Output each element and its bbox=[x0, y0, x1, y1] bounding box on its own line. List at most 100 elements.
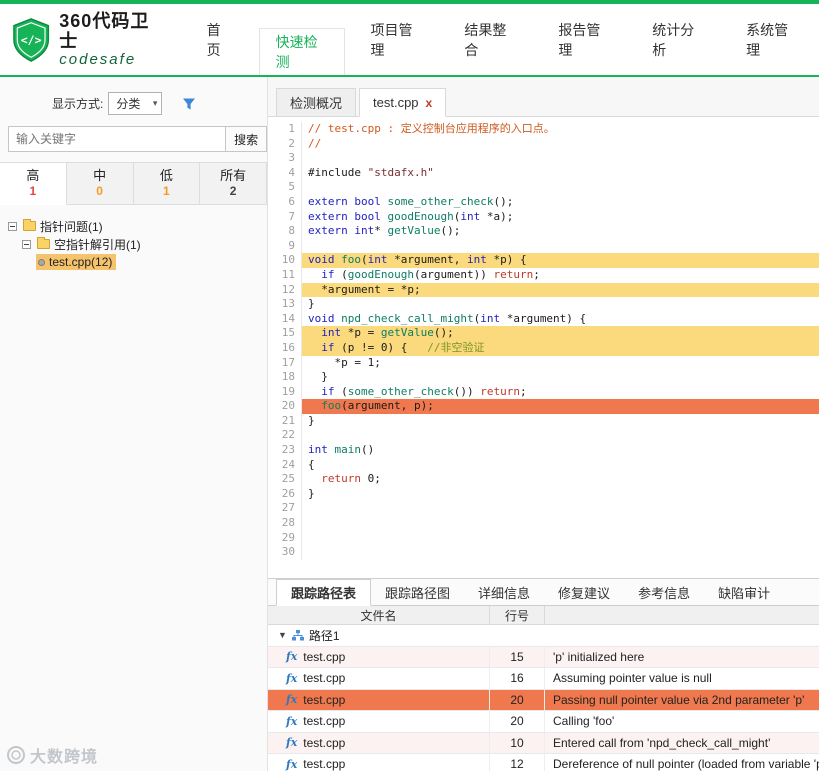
code-line[interactable]: 1 // test.cpp : 定义控制台应用程序的入口点。 bbox=[268, 122, 819, 137]
code-text: if (some_other_check()) return; bbox=[321, 384, 527, 398]
trace-tab[interactable]: 跟踪路径图 bbox=[371, 579, 464, 606]
tree-item[interactable]: 空指针解引用(1) bbox=[0, 235, 267, 253]
tree-item[interactable]: 指针问题(1) bbox=[0, 217, 267, 235]
trace-row[interactable]: fx test.cpp 20 Passing null pointer valu… bbox=[268, 689, 819, 711]
severity-tab[interactable]: 高 1 bbox=[0, 163, 67, 205]
code-line[interactable]: 3 bbox=[268, 151, 819, 166]
code-line[interactable]: 7 extern bool goodEnough(int *a); bbox=[268, 209, 819, 225]
trace-row[interactable]: fx test.cpp 12 Dereference of null point… bbox=[268, 754, 819, 771]
code-line[interactable]: 16 if (p != 0) { //非空验证 bbox=[268, 340, 819, 356]
app-header: </> 360代码卫士 codesafe 首页 快速检测 项目管理 结果整合 报告管理统… bbox=[0, 0, 819, 77]
code-line[interactable]: 24 { bbox=[268, 457, 819, 473]
trace-cell-line: 15 bbox=[490, 646, 545, 667]
line-number: 19 bbox=[268, 384, 302, 400]
code-text: void foo(int *argument, int *p) { bbox=[302, 253, 819, 268]
function-icon: fx bbox=[286, 650, 298, 664]
severity-tabs: 高 1 中 0 低 1 所有 2 bbox=[0, 162, 267, 205]
code-text: { bbox=[308, 457, 315, 471]
trace-group-row[interactable]: ▼ 路径1 bbox=[268, 625, 819, 647]
display-mode-select[interactable]: 分类 ▾ bbox=[108, 92, 163, 115]
nav-item[interactable]: 首页 bbox=[191, 20, 249, 60]
trace-tab[interactable]: 跟踪路径表 bbox=[276, 579, 372, 606]
trace-tab[interactable]: 修复建议 bbox=[544, 579, 624, 606]
code-line[interactable]: 9 bbox=[268, 238, 819, 254]
trace-row[interactable]: fx test.cpp 15 'p' initialized here bbox=[268, 646, 819, 668]
brand-logo[interactable]: </> 360代码卫士 codesafe bbox=[0, 11, 186, 68]
line-number: 22 bbox=[268, 428, 302, 444]
close-tab-icon[interactable]: x bbox=[426, 96, 433, 110]
code-text: // bbox=[308, 136, 322, 150]
line-number: 12 bbox=[268, 282, 302, 298]
nav-item[interactable]: 结果整合 bbox=[448, 20, 532, 60]
trace-cell-line: 20 bbox=[490, 711, 545, 732]
code-line[interactable]: 25 return 0; bbox=[268, 472, 819, 487]
code-line[interactable]: 21 } bbox=[268, 413, 819, 429]
code-line[interactable]: 28 bbox=[268, 516, 819, 531]
code-line[interactable]: 8 extern int* getValue(); bbox=[268, 224, 819, 239]
code-line[interactable]: 22 bbox=[268, 428, 819, 444]
code-line[interactable]: 17 *p = 1; bbox=[268, 355, 819, 371]
code-line[interactable]: 30 bbox=[268, 545, 819, 560]
code-line[interactable]: 12 *argument = *p; bbox=[268, 282, 819, 298]
code-text: #include "stdafx.h" bbox=[308, 165, 434, 179]
sidebar: 显示方式: 分类 ▾ 搜索 高 1 中 0 低 1 所有 2 指针问题(1) 空… bbox=[0, 77, 268, 771]
editor-tab[interactable]: test.cpp x bbox=[359, 88, 447, 117]
trace-cell-file: fx test.cpp bbox=[268, 732, 490, 753]
code-line[interactable]: 6 extern bool some_other_check(); bbox=[268, 194, 819, 210]
filter-icon[interactable] bbox=[182, 97, 196, 111]
code-text: // test.cpp : 定义控制台应用程序的入口点。 bbox=[308, 122, 555, 135]
nav-item[interactable]: 系统管理 bbox=[730, 20, 814, 60]
code-text: int main() bbox=[308, 443, 375, 457]
tree-item[interactable]: test.cpp(12) bbox=[0, 253, 267, 271]
code-text: *argument = *p; bbox=[302, 282, 819, 298]
code-line[interactable]: 5 bbox=[268, 180, 819, 195]
code-line[interactable]: 13 } bbox=[268, 297, 819, 312]
editor-tab-label: 检测概况 bbox=[290, 96, 343, 111]
line-number: 15 bbox=[268, 326, 302, 341]
code-line[interactable]: 15 int *p = getValue(); bbox=[268, 326, 819, 341]
code-line[interactable]: 10 void foo(int *argument, int *p) { bbox=[268, 253, 819, 268]
severity-count: 0 bbox=[96, 184, 103, 198]
trace-file-name: test.cpp bbox=[303, 714, 346, 729]
severity-tab[interactable]: 低 1 bbox=[133, 163, 201, 205]
code-line[interactable]: 18 } bbox=[268, 370, 819, 385]
code-line[interactable]: 4 #include "stdafx.h" bbox=[268, 165, 819, 181]
trace-row[interactable]: fx test.cpp 16 Assuming pointer value is… bbox=[268, 668, 819, 690]
code-line[interactable]: 11 if (goodEnough(argument)) return; bbox=[268, 267, 819, 283]
line-number: 5 bbox=[268, 180, 302, 195]
trace-tab[interactable]: 详细信息 bbox=[464, 579, 544, 606]
code-line[interactable]: 19 if (some_other_check()) return; bbox=[268, 384, 819, 400]
nav-item[interactable]: 项目管理 bbox=[355, 20, 439, 60]
severity-tab[interactable]: 所有 2 bbox=[200, 163, 267, 205]
collapse-triangle-icon[interactable]: ▼ bbox=[278, 630, 287, 640]
nav-item[interactable]: 报告管理 bbox=[542, 20, 626, 60]
code-text: void npd_check_call_might(int *argument)… bbox=[308, 311, 587, 325]
trace-cell-desc: Calling 'foo' bbox=[553, 714, 615, 729]
trace-tab[interactable]: 参考信息 bbox=[624, 579, 704, 606]
code-line[interactable]: 23 int main() bbox=[268, 443, 819, 458]
code-line[interactable]: 14 void npd_check_call_might(int *argume… bbox=[268, 311, 819, 327]
trace-row[interactable]: fx test.cpp 10 Entered call from 'npd_ch… bbox=[268, 732, 819, 754]
search-button[interactable]: 搜索 bbox=[226, 126, 267, 152]
code-line[interactable]: 27 bbox=[268, 501, 819, 517]
trace-row[interactable]: fx test.cpp 20 Calling 'foo' bbox=[268, 711, 819, 733]
code-line[interactable]: 20 foo(argument, p); bbox=[268, 399, 819, 414]
trace-cell-file: fx test.cpp bbox=[268, 668, 490, 689]
collapse-icon[interactable] bbox=[8, 221, 17, 231]
editor-tabbar: 检测概况 test.cpp x bbox=[268, 77, 819, 117]
code-line[interactable]: 2 // bbox=[268, 136, 819, 152]
code-line[interactable]: 26 } bbox=[268, 486, 819, 502]
code-text: *p = 1; bbox=[308, 355, 381, 369]
nav-item[interactable]: 统计分析 bbox=[636, 20, 720, 60]
nav-item[interactable]: 快速检测 bbox=[258, 28, 345, 75]
collapse-icon[interactable] bbox=[22, 239, 31, 249]
trace-tab[interactable]: 缺陷审计 bbox=[704, 579, 784, 606]
editor-tab[interactable]: 检测概况 bbox=[276, 88, 357, 117]
code-line[interactable]: 29 bbox=[268, 530, 819, 546]
search-input[interactable] bbox=[8, 126, 227, 152]
severity-tab[interactable]: 中 0 bbox=[66, 163, 134, 205]
trace-rows: fx test.cpp 15 'p' initialized here fx t… bbox=[268, 646, 819, 771]
